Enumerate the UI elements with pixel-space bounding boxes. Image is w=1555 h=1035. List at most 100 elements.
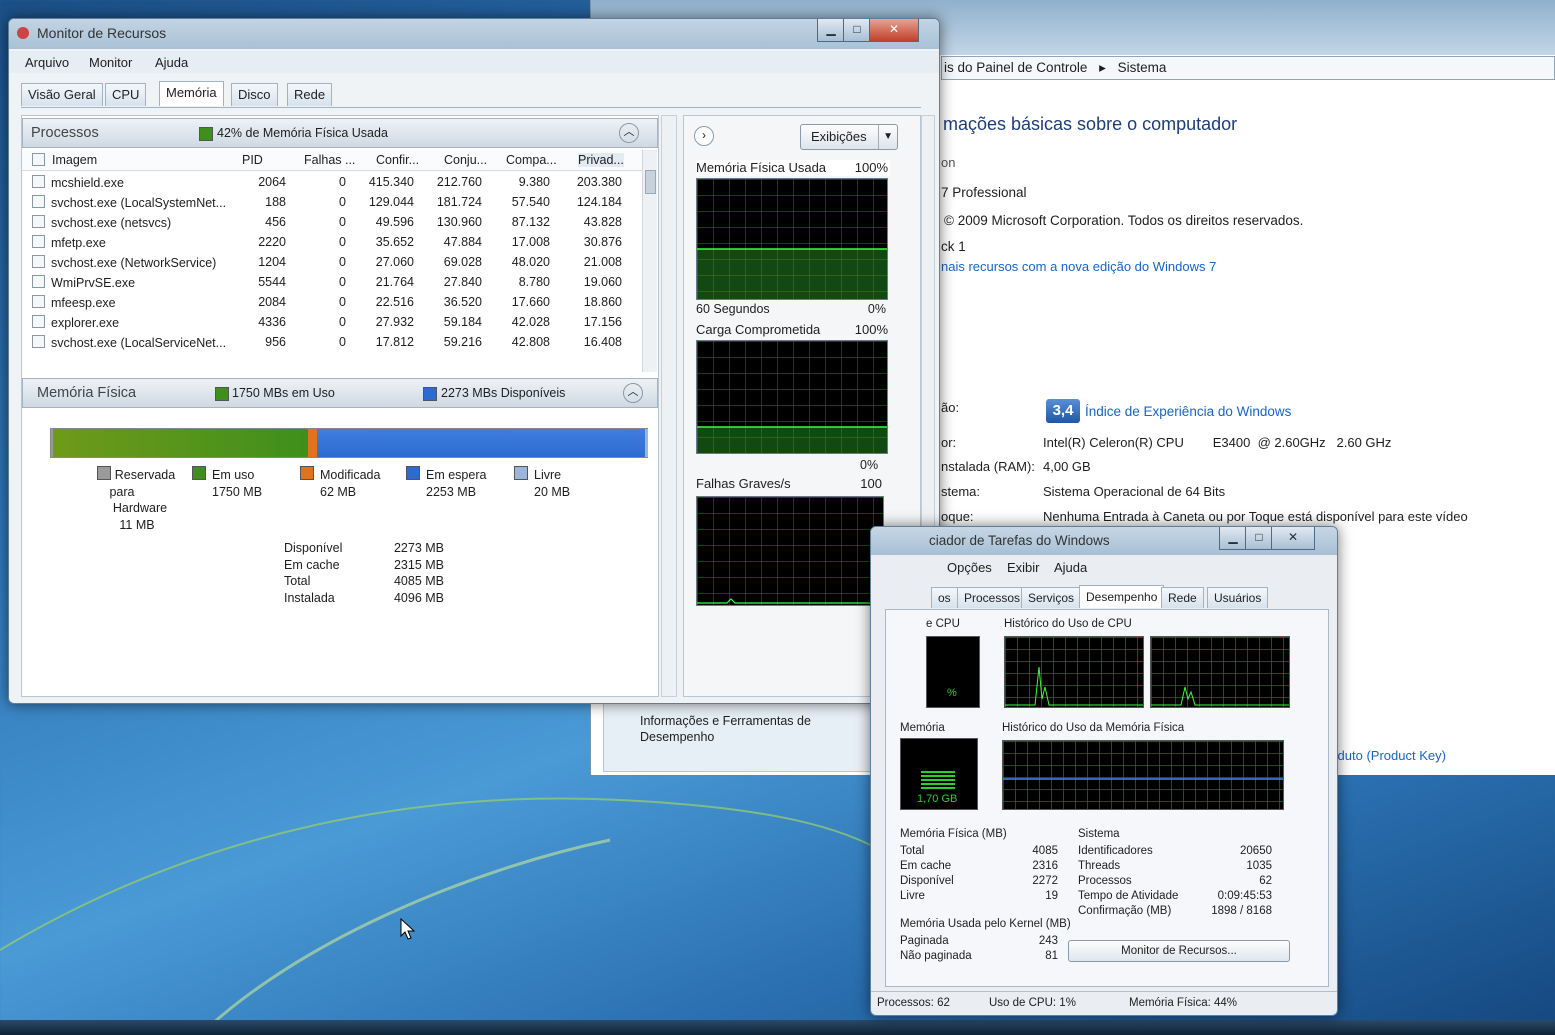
menu-ajuda[interactable]: Ajuda xyxy=(155,55,188,70)
reserved-name-l3: Hardware xyxy=(112,501,168,515)
tm-cpu-history-label: Histórico do Uso de CPU xyxy=(1004,618,1132,630)
left-pane-scrollbar[interactable] xyxy=(661,115,677,697)
table-row[interactable]: svchost.exe (LocalServiceNet... 956 0 17.81… xyxy=(32,332,628,352)
breadcrumb-control-panel[interactable]: is do Painel de Controle xyxy=(944,60,1087,75)
rating-link[interactable]: Índice de Experiência do Windows xyxy=(1085,404,1291,419)
tm-tab-processes[interactable]: Processos xyxy=(957,587,1028,608)
col-shareable[interactable]: Compa... xyxy=(506,153,557,167)
process-checkbox[interactable] xyxy=(32,194,45,208)
stat-label: Threads xyxy=(1078,860,1121,872)
tm-close-button[interactable]: ✕ xyxy=(1271,527,1315,550)
process-table-scrollbar[interactable] xyxy=(642,150,657,372)
mouse-cursor-icon xyxy=(400,918,416,940)
chevron-down-icon: ▼ xyxy=(878,125,893,149)
tm-resource-monitor-button[interactable]: Monitor de Recursos... xyxy=(1068,940,1290,962)
process-name: svchost.exe (LocalSystemNet... xyxy=(51,195,227,210)
table-row[interactable]: svchost.exe (NetworkService) 1204 0 27.060 6… xyxy=(32,252,628,272)
process-name: mfetp.exe xyxy=(51,235,106,250)
tm-menu-bar: Opções Exibir Ajuda xyxy=(871,557,1337,579)
reserved-name-l2: para xyxy=(109,484,135,499)
tab-overview[interactable]: Visão Geral xyxy=(21,83,103,106)
product-key-link[interactable]: roduto (Product Key) xyxy=(1326,748,1446,763)
stat-label: Paginada xyxy=(900,935,949,947)
table-row[interactable]: mfetp.exe 2220 0 35.652 47.884 17.008 30.876 xyxy=(32,232,628,252)
tm-tab-performance[interactable]: Desempenho xyxy=(1079,585,1165,608)
col-commit[interactable]: Confir... xyxy=(376,153,419,167)
collapse-physical-icon[interactable]: ︿ xyxy=(623,383,643,403)
tm-cpu-history-graph-2 xyxy=(1150,636,1290,708)
stat-row: Identificadores 20650 xyxy=(1078,844,1272,859)
close-button[interactable]: ✕ xyxy=(869,19,919,42)
tab-disk[interactable]: Disco xyxy=(231,83,278,106)
graph3-title: Falhas Graves/s xyxy=(696,476,791,491)
tm-menu-view[interactable]: Exibir xyxy=(1007,560,1040,575)
in-use-swatch xyxy=(215,387,229,401)
collapse-graph-pane-button[interactable]: › xyxy=(694,126,714,146)
stat-available-label: Disponível xyxy=(284,541,343,555)
col-image[interactable]: Imagem xyxy=(52,153,97,167)
tm-performance-panel: e CPU Histórico do Uso de CPU % Memória … xyxy=(885,609,1329,987)
menu-arquivo[interactable]: Arquivo xyxy=(25,55,69,70)
process-checkbox[interactable] xyxy=(32,214,45,228)
tm-tab-services[interactable]: Serviços xyxy=(1021,587,1082,608)
stat-value: 19 xyxy=(1045,890,1058,902)
tm-minimize-button[interactable]: ▁ xyxy=(1219,527,1247,550)
processes-section-header[interactable]: Processos 42% de Memória Física Usada ︿ xyxy=(22,118,658,148)
tm-tab-users[interactable]: Usuários xyxy=(1207,587,1269,608)
breadcrumb[interactable]: is do Painel de Controle ▸ Sistema xyxy=(941,56,1555,80)
tm-tab-applications[interactable]: os xyxy=(931,587,958,608)
memory-usage-summary: 42% de Memória Física Usada xyxy=(217,126,388,140)
col-working-set[interactable]: Conju... xyxy=(444,153,487,167)
tab-cpu[interactable]: CPU xyxy=(105,83,147,106)
minimize-button[interactable]: ▁ xyxy=(817,19,845,42)
process-value-cell: 43.828 xyxy=(583,215,622,229)
tm-maximize-button[interactable]: □ xyxy=(1245,527,1273,550)
select-all-checkbox[interactable] xyxy=(32,153,51,168)
tm-tab-strip: os Processos Serviços Desempenho Rede Us… xyxy=(931,585,1331,609)
reserved-value: 11 MB xyxy=(119,517,155,532)
breadcrumb-system[interactable]: Sistema xyxy=(1118,60,1167,75)
taskbar[interactable] xyxy=(0,1020,1555,1035)
table-row[interactable]: mfeesp.exe 2084 0 22.516 36.520 17.660 18.860 xyxy=(32,292,628,312)
process-checkbox[interactable] xyxy=(32,334,45,348)
table-row[interactable]: mcshield.exe 2064 0 415.340 212.760 9.380 203.… xyxy=(32,172,628,192)
table-row[interactable]: svchost.exe (LocalSystemNet... 188 0 129.04… xyxy=(32,192,628,212)
tm-physmem-list: Total 4085 Em cache 2316 Disponível 2272 Livre… xyxy=(900,844,1058,904)
process-value-cell: 27.840 xyxy=(443,275,482,289)
col-pid[interactable]: PID xyxy=(242,153,263,167)
col-faults[interactable]: Falhas ... xyxy=(304,153,355,167)
tm-status-bar: Processos: 62 Uso de CPU: 1% Memória Fís… xyxy=(871,991,1337,1014)
menu-monitor[interactable]: Monitor xyxy=(89,55,132,70)
physical-memory-section-header[interactable]: Memória Física 1750 MBs em Uso 2273 MBs … xyxy=(22,378,658,408)
modified-swatch xyxy=(300,466,314,480)
tm-menu-help[interactable]: Ajuda xyxy=(1054,560,1087,575)
upgrade-link[interactable]: nais recursos com a nova edição do Windo… xyxy=(941,259,1216,274)
title-bar[interactable]: Monitor de Recursos ▁ □ ✕ xyxy=(9,19,939,49)
process-value-cell: 42.808 xyxy=(511,335,550,349)
process-name-cell: svchost.exe (LocalSystemNet... xyxy=(32,192,242,212)
maximize-button[interactable]: □ xyxy=(843,19,871,42)
tm-cpu-meter: % xyxy=(926,636,980,708)
tab-network[interactable]: Rede xyxy=(287,83,333,106)
process-checkbox[interactable] xyxy=(32,314,45,328)
process-value-cell: 21.764 xyxy=(375,275,414,289)
tm-title-bar[interactable]: ciador de Tarefas do Windows ▁ □ ✕ xyxy=(871,527,1337,555)
physical-memory-graph xyxy=(696,178,888,300)
table-row[interactable]: WmiPrvSE.exe 5544 0 21.764 27.840 8.780 19.060 xyxy=(32,272,628,292)
rating-badge[interactable]: 3,4 xyxy=(1046,399,1080,423)
process-checkbox[interactable] xyxy=(32,174,45,188)
col-private[interactable]: Privad... xyxy=(578,153,624,167)
process-checkbox[interactable] xyxy=(32,274,45,288)
process-checkbox[interactable] xyxy=(32,254,45,268)
collapse-processes-icon[interactable]: ︿ xyxy=(619,123,639,143)
process-value-cell: 35.652 xyxy=(375,235,414,249)
table-row[interactable]: explorer.exe 4336 0 27.932 59.184 42.028 17.15… xyxy=(32,312,628,332)
tm-menu-options[interactable]: Opções xyxy=(947,560,992,575)
views-dropdown[interactable]: Exibições ▼ xyxy=(800,124,898,150)
process-checkbox[interactable] xyxy=(32,294,45,308)
process-value-cell: 8.780 xyxy=(518,275,550,289)
process-checkbox[interactable] xyxy=(32,234,45,248)
tab-memory[interactable]: Memória xyxy=(159,81,224,106)
table-row[interactable]: svchost.exe (netsvcs) 456 0 49.596 130.960 87… xyxy=(32,212,628,232)
tm-tab-network[interactable]: Rede xyxy=(1161,587,1204,608)
